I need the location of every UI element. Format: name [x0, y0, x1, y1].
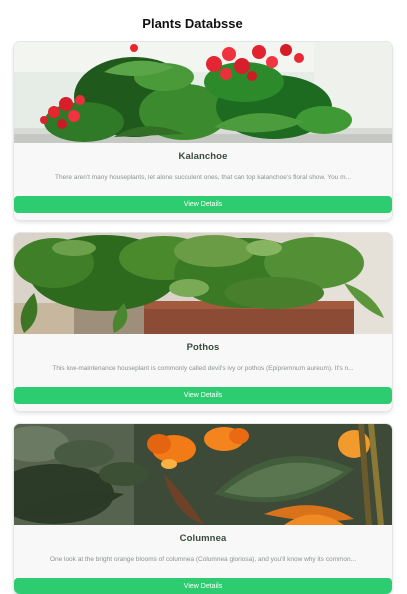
plant-description: There aren't many houseplants, let alone…: [55, 174, 351, 181]
page-title: Plants Databsse: [142, 16, 243, 31]
plant-image-pothos: [14, 233, 392, 334]
view-details-button-columnea[interactable]: View Details: [14, 578, 392, 594]
kalanchoe-photo: [14, 42, 392, 143]
view-details-button-kalanchoe[interactable]: View Details: [14, 196, 392, 213]
plant-image-kalanchoe: [14, 42, 392, 143]
plant-image-columnea: [14, 424, 392, 525]
plant-description: This low-maintenance houseplant is commo…: [52, 365, 354, 372]
plant-name: Columnea: [179, 533, 227, 544]
plant-card-columnea: Columnea One look at the bright orange b…: [14, 424, 392, 594]
pothos-photo: [14, 233, 392, 334]
plant-description: One look at the bright orange blooms of …: [49, 556, 357, 563]
plant-card-kalanchoe: Kalanchoe There aren't many houseplants,…: [14, 42, 392, 220]
plant-name: Kalanchoe: [178, 151, 228, 162]
plant-card-pothos: Pothos This low-maintenance houseplant i…: [14, 233, 392, 411]
plant-name: Pothos: [186, 342, 220, 353]
columnea-photo: [14, 424, 392, 525]
view-details-button-pothos[interactable]: View Details: [14, 387, 392, 404]
